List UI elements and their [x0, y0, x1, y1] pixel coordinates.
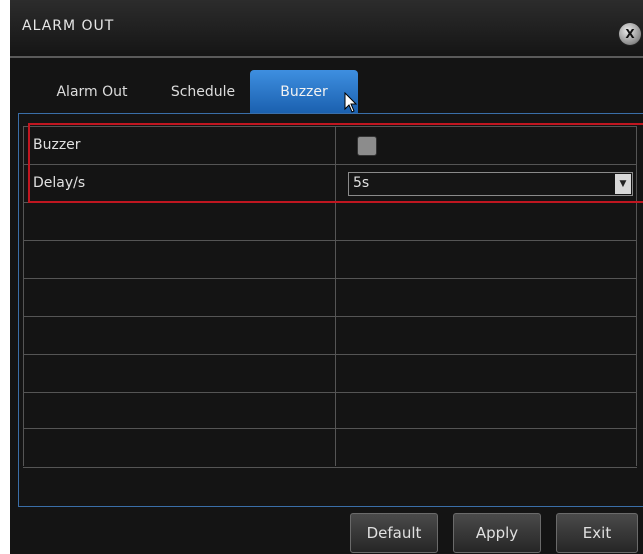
buzzer-label: Buzzer	[33, 137, 81, 153]
table-row	[23, 354, 637, 393]
title-bar: ALARM OUT X	[10, 0, 643, 58]
tab-schedule[interactable]: Schedule	[148, 70, 258, 114]
column-divider	[335, 126, 336, 466]
window-title: ALARM OUT	[22, 18, 115, 34]
settings-row-delay: Delay/s 5s ▼	[23, 164, 637, 203]
exit-button[interactable]: Exit	[556, 513, 638, 553]
default-button[interactable]: Default	[350, 513, 438, 553]
buzzer-checkbox[interactable]	[357, 136, 377, 156]
table-row	[23, 316, 637, 355]
alarm-out-window: ALARM OUT X Alarm Out Schedule Buzzer Bu…	[10, 0, 643, 554]
table-row	[23, 202, 637, 241]
table-row	[23, 392, 637, 431]
table-row	[23, 428, 637, 468]
settings-grid: Buzzer Delay/s 5s ▼	[23, 126, 637, 468]
delay-value: 5s	[353, 175, 370, 191]
table-row	[23, 240, 637, 279]
table-row	[23, 278, 637, 317]
delay-select[interactable]: 5s ▼	[348, 172, 633, 196]
close-icon: X	[625, 27, 635, 41]
mouse-cursor-icon	[344, 92, 358, 113]
tab-buzzer[interactable]: Buzzer	[250, 70, 358, 114]
tab-alarm-out[interactable]: Alarm Out	[38, 70, 146, 114]
dropdown-arrow-icon[interactable]: ▼	[615, 174, 631, 194]
close-button[interactable]: X	[619, 23, 641, 45]
apply-button[interactable]: Apply	[453, 513, 541, 553]
settings-row-buzzer: Buzzer	[23, 126, 637, 165]
delay-label: Delay/s	[33, 175, 86, 191]
